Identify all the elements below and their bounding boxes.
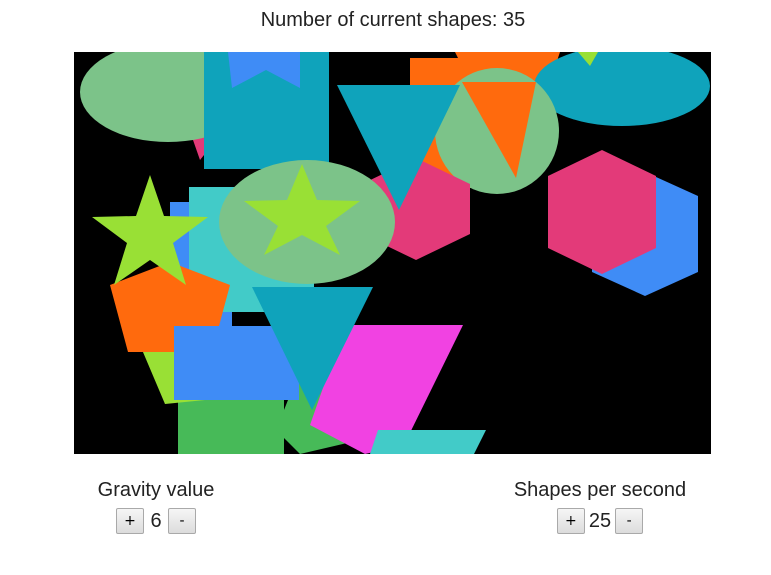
shapes-app: Number of current shapes: 35 Gravity val… xyxy=(0,0,771,575)
pink-hexagon-right xyxy=(548,150,656,274)
shapes-canvas[interactable] xyxy=(74,52,711,454)
gravity-increase-button[interactable]: + xyxy=(116,508,144,534)
shape-counter: Number of current shapes: 35 xyxy=(0,9,771,32)
gravity-decrease-button[interactable]: - xyxy=(168,508,196,534)
shapes-per-second-stepper: + 25 - xyxy=(505,508,695,534)
shapes-per-second-control: Shapes per second + 25 - xyxy=(505,478,695,534)
shapes-per-second-label: Shapes per second xyxy=(513,479,687,501)
shape-count-label: Number of current shapes: xyxy=(260,9,498,31)
shapes-per-second-decrease-button[interactable]: - xyxy=(615,508,644,534)
teal-ellipse-top-right xyxy=(534,52,710,126)
shapes-per-second-value: 25 xyxy=(588,509,612,532)
cyan-trapezoid-bottom xyxy=(370,430,486,454)
gravity-stepper: + 6 - xyxy=(90,508,222,534)
gravity-label: Gravity value xyxy=(97,479,215,501)
shapes-per-second-increase-button[interactable]: + xyxy=(556,508,585,534)
shapes-drawing xyxy=(80,52,710,454)
gravity-value: 6 xyxy=(150,509,162,532)
shape-count-value: 35 xyxy=(503,9,526,31)
gravity-control: Gravity value + 6 - xyxy=(90,478,222,534)
